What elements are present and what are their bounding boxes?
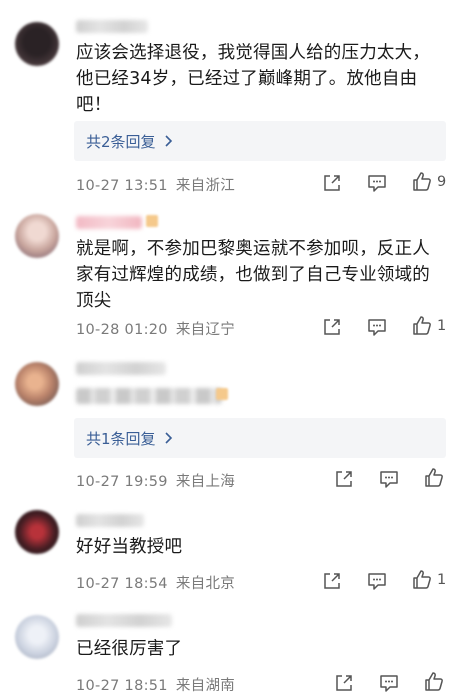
comment-icon[interactable] [366,570,388,592]
chevron-right-icon [164,135,173,147]
reply-count-link[interactable]: 共1条回复 [86,428,156,449]
thumbs-up-icon[interactable] [411,569,433,591]
comment-text: 就是啊，不参加巴黎奥运就不参加呗，反正人家有过辉煌的成绩，也做到了自己专业领域的… [76,239,430,311]
comment-text: 已经很厉害了 [76,639,183,659]
comment-time: 10-28 01:20 [76,322,168,338]
comment-icon[interactable] [366,172,388,194]
vip-badge-icon [146,215,158,227]
username-blurred[interactable] [76,514,144,527]
avatar[interactable] [15,214,59,258]
chevron-right-icon [164,432,173,444]
comment-location: 来自辽宁 [175,322,236,338]
emoji-icon [216,388,228,400]
comment-time: 10-27 18:51 [76,678,168,694]
comment-meta: 10-27 13:51 来自浙江 [76,174,235,195]
share-icon[interactable] [333,468,355,490]
comment-location: 来自上海 [175,474,236,490]
comment-time: 10-27 18:54 [76,576,168,592]
share-icon[interactable] [321,172,343,194]
thumbs-up-icon[interactable] [423,467,445,489]
comment-location: 来自浙江 [175,178,236,194]
username-blurred[interactable] [76,614,172,627]
comment-meta: 10-27 19:59 来自上海 [76,470,235,491]
comment-time: 10-27 13:51 [76,178,168,194]
comment-time: 10-27 19:59 [76,474,168,490]
share-icon[interactable] [321,570,343,592]
avatar[interactable] [15,362,59,406]
username-blurred[interactable] [76,362,166,375]
share-icon[interactable] [321,316,343,338]
like-count: 1 [437,318,447,334]
avatar[interactable] [15,510,59,554]
reply-summary[interactable]: 共2条回复 [74,121,446,161]
avatar[interactable] [15,615,59,659]
comment-text: 应该会选择退役，我觉得国人给的压力太大，他已经34岁，已经过了巅峰期了。放他自由… [76,43,430,115]
thumbs-up-icon[interactable] [411,315,433,337]
like-count: 9 [437,174,447,190]
username-blurred[interactable] [76,20,148,33]
thumbs-up-icon[interactable] [411,171,433,193]
comment-icon[interactable] [366,316,388,338]
comment-text-blurred [76,388,222,404]
comment-location: 来自北京 [175,576,236,592]
comment-text: 好好当教授吧 [76,537,183,557]
comment-icon[interactable] [378,672,400,694]
comment-meta: 10-27 18:54 来自北京 [76,572,235,593]
comment-icon[interactable] [378,468,400,490]
share-icon[interactable] [333,672,355,694]
comment-meta: 10-27 18:51 来自湖南 [76,674,235,695]
reply-summary[interactable]: 共1条回复 [74,418,446,458]
like-count: 1 [437,572,447,588]
username-blurred[interactable] [76,216,142,229]
thumbs-up-icon[interactable] [423,671,445,693]
avatar[interactable] [15,22,59,66]
comment-location: 来自湖南 [175,678,236,694]
comment-meta: 10-28 01:20 来自辽宁 [76,318,235,339]
reply-count-link[interactable]: 共2条回复 [86,131,156,152]
